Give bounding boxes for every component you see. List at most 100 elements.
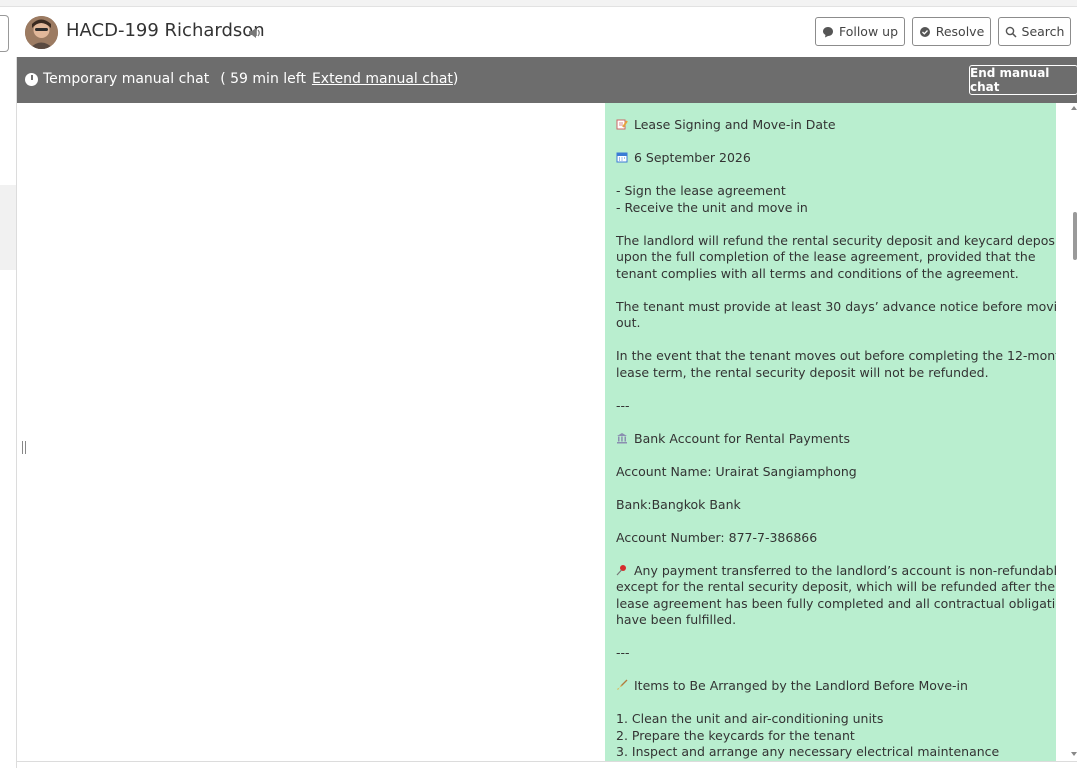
message-line-text: tenant complies with all terms and condi… [616, 265, 1019, 281]
follow-up-button[interactable]: Follow up [815, 17, 905, 46]
message-line: In the event that the tenant moves out b… [616, 348, 1056, 365]
follow-up-label: Follow up [838, 24, 899, 39]
message-line: --- [616, 398, 1046, 415]
message-line-text: out. [616, 315, 641, 330]
message-line-text: 1. Clean the unit and air-conditioning u… [616, 711, 884, 726]
message-line: The landlord will refund the rental secu… [616, 233, 1056, 250]
message-line: out. [616, 315, 1046, 332]
message-line-text: Lease Signing and Move-in Date [634, 117, 836, 132]
message-line-text: --- [616, 645, 630, 660]
search-button[interactable]: Search [998, 17, 1071, 46]
message-line-text: 2. Prepare the keycards for the tenant [616, 727, 855, 743]
message-line-text: The landlord will refund the rental secu… [616, 232, 1056, 248]
message-line: lease agreement has been fully completed… [616, 596, 1056, 613]
message-line: --- [616, 645, 1046, 662]
message-line-text: Account Name: Urairat Sangiamphong [616, 463, 857, 479]
avatar[interactable] [25, 16, 58, 49]
memo-icon [616, 118, 628, 130]
pushpin-icon [616, 564, 628, 576]
message-line: 3. Inspect and arrange any necessary ele… [616, 744, 1046, 761]
message-line: except for the rental security deposit, … [616, 579, 1055, 596]
manual-chat-banner: Temporary manual chat ( 59 min left Exte… [17, 57, 1077, 103]
message-body: Lease Signing and Move-in Date 6 Septembe… [616, 117, 1056, 761]
message-line-text: lease term, the rental security deposit … [616, 364, 989, 380]
chat-header: HACD-199 Richardson Follow up Resolve Se… [17, 7, 1077, 57]
message-line-text: - Sign the lease agreement [616, 183, 786, 198]
message-line: Lease Signing and Move-in Date [616, 117, 1046, 134]
message-line: Items to Be Arranged by the Landlord Bef… [616, 678, 1046, 695]
message-line-text: Bank Account for Rental Payments [634, 430, 850, 446]
banner-label: Temporary manual chat [43, 71, 210, 87]
message-line: 2. Prepare the keycards for the tenant [616, 728, 1046, 745]
check-bubble-icon [919, 26, 930, 37]
message-line: - Receive the unit and move in [616, 200, 1046, 217]
message-line: have been fulfilled. [616, 612, 1046, 629]
banner-time-left: ( 59 min left [220, 71, 306, 87]
contact-name: HACD-199 Richardson [66, 20, 265, 41]
message-line-text: Bank:Bangkok Bank [616, 496, 741, 512]
scroll-up-arrow[interactable] [1071, 106, 1077, 110]
speaker-icon[interactable] [248, 27, 262, 39]
composer-divider [17, 761, 1077, 762]
message-line: upon the full completion of the lease ag… [616, 249, 1046, 266]
collapse-panel-button[interactable] [0, 15, 9, 52]
message-line-text: upon the full completion of the lease ag… [616, 249, 1036, 264]
calendar-icon [616, 151, 628, 163]
message-line: 1. Clean the unit and air-conditioning u… [616, 711, 1046, 728]
message-line: Bank:Bangkok Bank [616, 497, 1046, 514]
end-manual-chat-button[interactable]: End manual chat [969, 65, 1077, 95]
extend-manual-chat-link[interactable]: Extend manual chat [312, 71, 453, 87]
message-line-text: 3. Inspect and arrange any necessary ele… [616, 744, 1000, 759]
message-line-text: Items to Be Arranged by the Landlord Bef… [634, 678, 968, 693]
left-rail-active-item[interactable] [0, 185, 16, 270]
search-icon [1005, 26, 1017, 38]
banner-close-paren: ) [452, 71, 459, 87]
left-rail [0, 57, 17, 768]
message-line-text: Any payment transferred to the landlord’… [634, 562, 1056, 578]
message-line-text: --- [616, 397, 630, 413]
message-line: Account Number: 877-7-386866 [616, 530, 1046, 547]
scroll-down-arrow[interactable] [1071, 752, 1077, 756]
clock-icon [25, 72, 38, 86]
message-line-text: In the event that the tenant moves out b… [616, 348, 1056, 363]
message-line: Account Name: Urairat Sangiamphong [616, 464, 1046, 481]
message-line-text: Account Number: 877-7-386866 [616, 529, 818, 545]
message-line: 6 September 2026 [616, 150, 1046, 167]
message-line: tenant complies with all terms and condi… [616, 266, 1046, 283]
message-line: The tenant must provide at least 30 days… [616, 299, 1056, 316]
chat-bubble-icon [822, 26, 833, 37]
message-line-text: 6 September 2026 [634, 150, 751, 165]
message-line: Bank Account for Rental Payments [616, 431, 1046, 448]
panel-resize-handle[interactable] [22, 439, 28, 454]
message-bubble: Lease Signing and Move-in Date 6 Septembe… [605, 103, 1056, 761]
message-line: - Sign the lease agreement [616, 183, 1046, 200]
broom-icon [616, 679, 628, 691]
message-line-text: have been fulfilled. [616, 612, 737, 627]
resolve-button[interactable]: Resolve [912, 17, 991, 46]
message-line-text: The tenant must provide at least 30 days… [616, 298, 1056, 314]
search-label: Search [1021, 24, 1065, 39]
banner-text: Temporary manual chat ( 59 min left Exte… [25, 71, 458, 87]
message-line-text: except for the rental security deposit, … [616, 579, 1056, 594]
resolve-label: Resolve [935, 24, 985, 39]
message-line: lease term, the rental security deposit … [616, 365, 1046, 382]
message-line-text: lease agreement has been fully completed… [616, 595, 1056, 611]
window-top-strip [0, 0, 1077, 7]
bank-icon [616, 432, 628, 444]
message-line-text: - Receive the unit and move in [616, 199, 808, 215]
scrollbar-thumb[interactable] [1073, 212, 1077, 260]
